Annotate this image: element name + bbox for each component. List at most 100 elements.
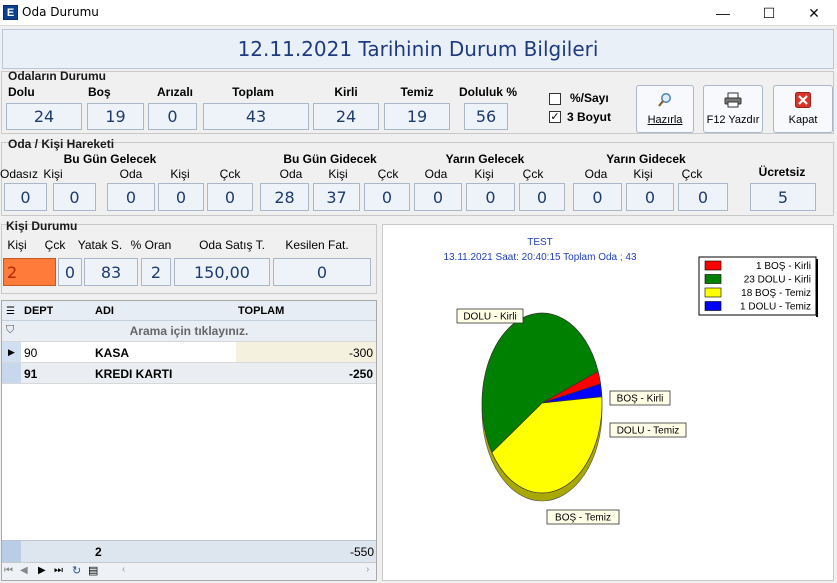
dolu-value: 24 [6,103,82,130]
cck-label: Çck [44,238,66,252]
ygid-oda-label: Oda [584,167,608,181]
ucretsiz-value: 5 [750,183,816,211]
scroll-right-icon[interactable]: › [366,564,369,575]
cck-value: 0 [58,258,82,286]
odasiz-value: 0 [4,183,47,211]
print-button-label: F12 Yazdır [706,114,760,126]
satis-label: Oda Satış T. [199,238,265,252]
legend-swatch [704,274,722,284]
three-d-label: 3 Boyut [567,110,612,124]
kesilen-label: Kesilen Fat. [285,238,349,252]
scroll-left-icon[interactable]: ‹ [122,564,125,575]
footer-total: -550 [349,545,374,559]
percent-count-label: %/Sayı [570,91,609,105]
satis-value: 150,00 [174,258,270,286]
cell-adi[interactable]: KASA [95,346,129,360]
dolu-label: Dolu [8,85,35,99]
bos-label: Boş [88,85,111,99]
row-indicator-icon: ▶ [2,342,21,362]
legend-label: 1 BOŞ - Kirli [756,261,811,272]
close-window-button[interactable]: ✕ [791,0,837,26]
person-status-title: Kişi Durumu [6,219,78,233]
bgel-kisi-value: 0 [158,183,204,211]
kesilen-value: 0 [273,258,371,286]
page-title: 12.11.2021 Tarihinin Durum Bilgileri [237,37,599,61]
next-record-icon[interactable]: ▶ [38,565,46,576]
prepare-button[interactable]: Hazırla [636,85,694,133]
grid-footer: 2 -550 [2,540,376,562]
cell-adi[interactable]: KREDI KARTI [95,367,172,381]
bugun-gidecek-label: Bu Gün Gidecek [283,152,377,166]
percent-count-checkbox[interactable] [549,93,561,105]
toplam-value: 43 [203,103,309,130]
yarin-gelecek-label: Yarın Gelecek [445,152,525,166]
col-toplam[interactable]: TOPLAM [238,305,284,317]
callout-label: DOLU - Kirli [463,312,516,323]
callout-label: DOLU - Temiz [617,426,680,437]
cell-toplam[interactable]: -300 [236,342,376,362]
yatak-label: Yatak S. [77,238,123,252]
bgid-cck-label: Çck [377,167,399,181]
legend-label: 18 BOŞ - Temiz [741,288,811,299]
footer-count: 2 [95,545,102,559]
bugun-gelecek-label: Bu Gün Gelecek [63,152,157,166]
room-status-title: Odaların Durumu [8,69,107,83]
minimize-button[interactable]: — [700,0,746,26]
col-dept[interactable]: DEPT [24,305,53,317]
title-bar[interactable]: E Oda Durumu — ☐ ✕ [0,0,837,26]
ygel-oda-label: Oda [424,167,448,181]
bos-value: 19 [87,103,144,130]
ygel-cck-value: 0 [519,183,565,211]
chart-title: TEST [527,237,553,248]
date-header: 12.11.2021 Tarihinin Durum Bilgileri [2,29,834,69]
cell-toplam[interactable]: -250 [236,367,376,381]
bgel-kisi-label: Kişi [170,167,190,181]
filter-hint: Arama için tıklayınız. [129,324,249,338]
legend-shadow [816,259,818,317]
cell-dept[interactable]: 90 [24,346,37,360]
bgel-cck-value: 0 [207,183,253,211]
chart-panel: TEST 13.11.2021 Saat: 20:40:15 Toplam Od… [382,224,834,581]
prepare-button-label: Hazırla [647,114,683,126]
cell-dept[interactable]: 91 [24,367,37,381]
export-icon[interactable]: ▤ [88,564,98,577]
legend-label: 1 DOLU - Temiz [740,302,811,313]
kirli-value: 24 [313,103,379,130]
kisi-input[interactable]: 2 [3,258,56,286]
arizali-value: 0 [148,103,197,130]
table-row[interactable]: 91 KREDI KARTI -250 [2,363,376,384]
movement-title: Oda / Kişi Hareketi [8,137,115,151]
print-button[interactable]: F12 Yazdır [703,85,763,133]
ygel-kisi-label: Kişi [474,167,494,181]
close-button-label: Kapat [788,114,818,126]
ygel-cck-label: Çck [522,167,544,181]
magnifier-icon [657,92,673,110]
temiz-value: 19 [384,103,450,130]
pie-chart: TEST 13.11.2021 Saat: 20:40:15 Toplam Od… [443,237,818,525]
col-adi[interactable]: ADI [95,305,114,317]
last-record-icon[interactable]: ⏭ [54,565,63,576]
grid-header: ☰ DEPT ADI TOPLAM [2,301,376,321]
kisi-label: Kişi [7,238,27,252]
close-button[interactable]: Kapat [773,85,833,133]
chart-subtitle: 13.11.2021 Saat: 20:40:15 Toplam Oda ; 4… [443,252,637,263]
ygel-kisi-value: 0 [466,183,515,211]
legend-swatch [704,287,722,298]
navigator-bar: ⏮ ◀ ▶ ⏭ ↻ ▤ ‹ › [2,562,376,580]
legend-swatch [704,301,722,311]
odasiz-kisi-label: Kişi [43,167,63,181]
maximize-button[interactable]: ☐ [746,0,792,26]
menu-icon[interactable]: ☰ [6,306,15,317]
window-title: Oda Durumu [22,5,99,19]
refresh-icon[interactable]: ↻ [72,564,81,577]
filter-row[interactable]: ⛉ Arama için tıklayınız. [2,321,376,342]
app-icon: E [3,5,18,20]
three-d-checkbox[interactable]: ✓ [549,111,561,123]
table-row[interactable]: ▶ 90 KASA -300 [2,342,376,363]
oran-value: 2 [141,258,171,286]
doluluk-label: Doluluk % [458,85,517,99]
first-record-icon[interactable]: ⏮ [4,565,13,576]
yarin-gidecek-label: Yarın Gidecek [606,152,686,166]
prev-record-icon[interactable]: ◀ [20,565,28,576]
bgid-kisi-value: 37 [313,183,360,211]
